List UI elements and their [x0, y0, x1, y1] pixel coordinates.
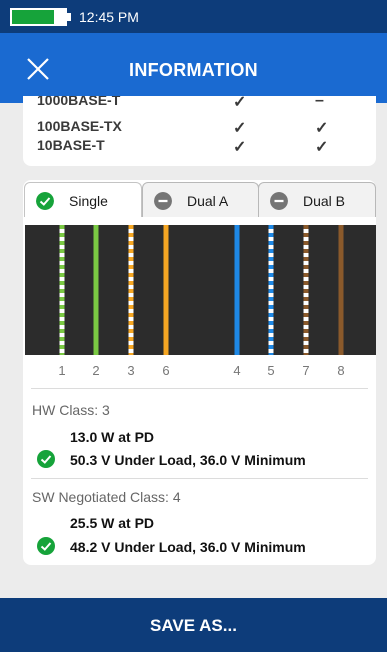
- page-title: INFORMATION: [129, 60, 258, 80]
- pin-number-row: 1 2 3 6 4 5 7 8: [23, 363, 376, 381]
- speed-check: ✓: [315, 139, 329, 156]
- speed-name: 100BASE-TX: [37, 118, 122, 134]
- tab-label: Dual B: [303, 193, 346, 209]
- tab-label: Dual A: [187, 193, 229, 209]
- sw-power-value: 25.5 W at PD: [70, 515, 155, 531]
- wire-map-panel: [25, 225, 376, 355]
- speed-check: ✓: [233, 139, 247, 156]
- tab-dual-b[interactable]: Dual B: [258, 182, 376, 217]
- poe-card: Single Dual A Dual B 1 2 3 6 4 5 7 8 HW Class: …: [23, 180, 376, 565]
- hw-voltage-value: 50.3 V Under Load, 36.0 V Minimum: [70, 452, 306, 468]
- speed-row: 1000BASE-T ✓ –: [37, 96, 357, 111]
- speed-dash: –: [315, 96, 324, 109]
- tab-dual-a[interactable]: Dual A: [142, 182, 259, 217]
- speed-name: 10BASE-T: [37, 137, 105, 153]
- link-speed-card: 1000BASE-T ✓ – 100BASE-TX ✓ ✓ 10BASE-T ✓…: [23, 96, 376, 166]
- minus-circle-icon: [154, 192, 172, 210]
- pin-number: 8: [337, 363, 345, 378]
- divider: [31, 388, 368, 389]
- pin-number: 4: [233, 363, 241, 378]
- check-circle-icon: [37, 537, 55, 555]
- divider: [31, 478, 368, 479]
- pin-number: 5: [267, 363, 275, 378]
- minus-circle-icon: [270, 192, 288, 210]
- sw-voltage-value: 48.2 V Under Load, 36.0 V Minimum: [70, 539, 306, 555]
- speed-check: ✓: [233, 120, 247, 137]
- pin-number: 6: [162, 363, 170, 378]
- tab-single[interactable]: Single: [24, 182, 142, 217]
- sw-class-label: SW Negotiated Class: 4: [32, 489, 181, 505]
- pin-number: 2: [92, 363, 100, 378]
- speed-check: ✓: [315, 120, 329, 137]
- hw-class-label: HW Class: 3: [32, 402, 110, 418]
- status-clock: 12:45 PM: [79, 9, 139, 25]
- hw-power-value: 13.0 W at PD: [70, 429, 155, 445]
- battery-nub: [67, 13, 71, 21]
- wire-map: [59, 225, 344, 355]
- save-as-button[interactable]: SAVE AS...: [0, 598, 387, 652]
- speed-row: 100BASE-TX ✓ ✓: [37, 118, 357, 137]
- pin-number: 7: [302, 363, 310, 378]
- tab-label: Single: [69, 193, 108, 209]
- pin-number: 1: [58, 363, 66, 378]
- check-circle-icon: [37, 450, 55, 468]
- speed-row: 10BASE-T ✓ ✓: [37, 137, 357, 156]
- pin-number: 3: [127, 363, 135, 378]
- check-circle-icon: [36, 192, 54, 210]
- status-bar: 12:45 PM: [0, 0, 387, 33]
- app-bar: INFORMATION: [0, 33, 387, 103]
- battery-icon: [10, 8, 67, 26]
- speed-name: 1000BASE-T: [37, 96, 121, 108]
- speed-check: ✓: [233, 96, 247, 111]
- battery-level-fill: [12, 10, 55, 24]
